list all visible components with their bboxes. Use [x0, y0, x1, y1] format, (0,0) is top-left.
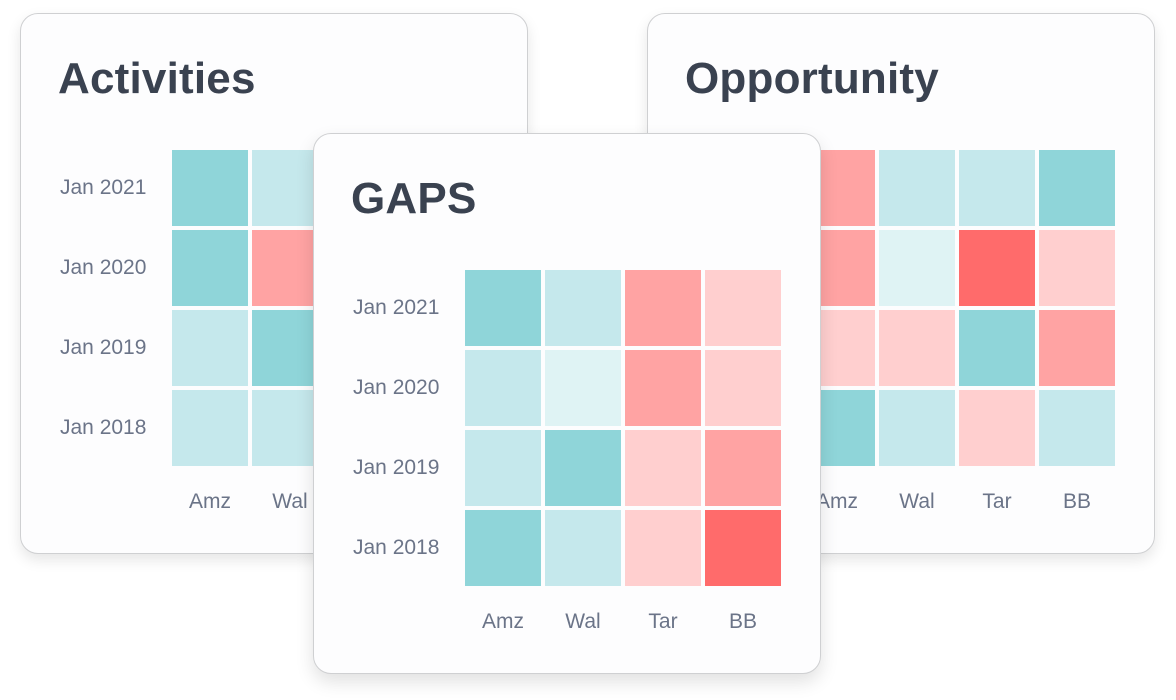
row-label: Jan 2020 — [60, 256, 147, 279]
column-label: BB — [1062, 490, 1091, 513]
column-label: Tar — [982, 490, 1012, 513]
heatmap-cell — [172, 390, 248, 466]
row-label: Jan 2018 — [353, 536, 440, 559]
heatmap-cell — [879, 310, 955, 386]
heatmap-cell — [545, 270, 621, 346]
row-label: Jan 2019 — [353, 456, 440, 479]
heatmap-cell — [705, 430, 781, 506]
heatmap-cell — [705, 350, 781, 426]
heatmap-cell — [545, 350, 621, 426]
heatmap-cell — [465, 270, 541, 346]
heatmap-grid — [799, 150, 1115, 466]
heatmap-cell — [625, 430, 701, 506]
heatmap-cell — [1039, 150, 1115, 226]
column-label: Tar — [648, 610, 678, 633]
heatmap-cell — [879, 230, 955, 306]
heatmap-cell — [172, 150, 248, 226]
column-label: Wal — [565, 610, 601, 633]
heatmap-cell — [625, 510, 701, 586]
card-title: Opportunity — [685, 54, 939, 103]
heatmap-cell — [625, 350, 701, 426]
row-label: Jan 2018 — [60, 416, 147, 439]
heatmap-cell — [1039, 390, 1115, 466]
heatmap-cell — [172, 310, 248, 386]
row-label: Jan 2021 — [60, 176, 147, 199]
heatmap-cell — [1039, 310, 1115, 386]
heatmap-cell — [1039, 230, 1115, 306]
heatmap-cell — [465, 350, 541, 426]
card-title: Activities — [58, 54, 256, 103]
heatmap-cell — [705, 510, 781, 586]
gaps-card: GAPS Jan 2021 Jan 2020 Jan 2019 Jan 2018 Amz… — [313, 133, 821, 674]
heatmap-cell — [879, 390, 955, 466]
heatmap-cell — [959, 230, 1035, 306]
heatmap-cell — [959, 310, 1035, 386]
row-label: Jan 2020 — [353, 376, 440, 399]
row-label: Jan 2021 — [353, 296, 440, 319]
column-label: BB — [728, 610, 757, 633]
heatmap-cell — [625, 270, 701, 346]
heatmap-cell — [465, 510, 541, 586]
heatmap-cell — [959, 390, 1035, 466]
column-label: Wal — [899, 490, 935, 513]
heatmap-cell — [545, 430, 621, 506]
heatmap-cell — [465, 430, 541, 506]
column-label: Amz — [189, 490, 231, 513]
row-label: Jan 2019 — [60, 336, 147, 359]
column-label: Amz — [482, 610, 524, 633]
card-title: GAPS — [351, 174, 477, 223]
heatmap-cell — [545, 510, 621, 586]
heatmap-cell — [172, 230, 248, 306]
heatmap-cell — [705, 270, 781, 346]
heatmap-cell — [959, 150, 1035, 226]
heatmap-grid — [465, 270, 781, 586]
heatmap-cell — [879, 150, 955, 226]
